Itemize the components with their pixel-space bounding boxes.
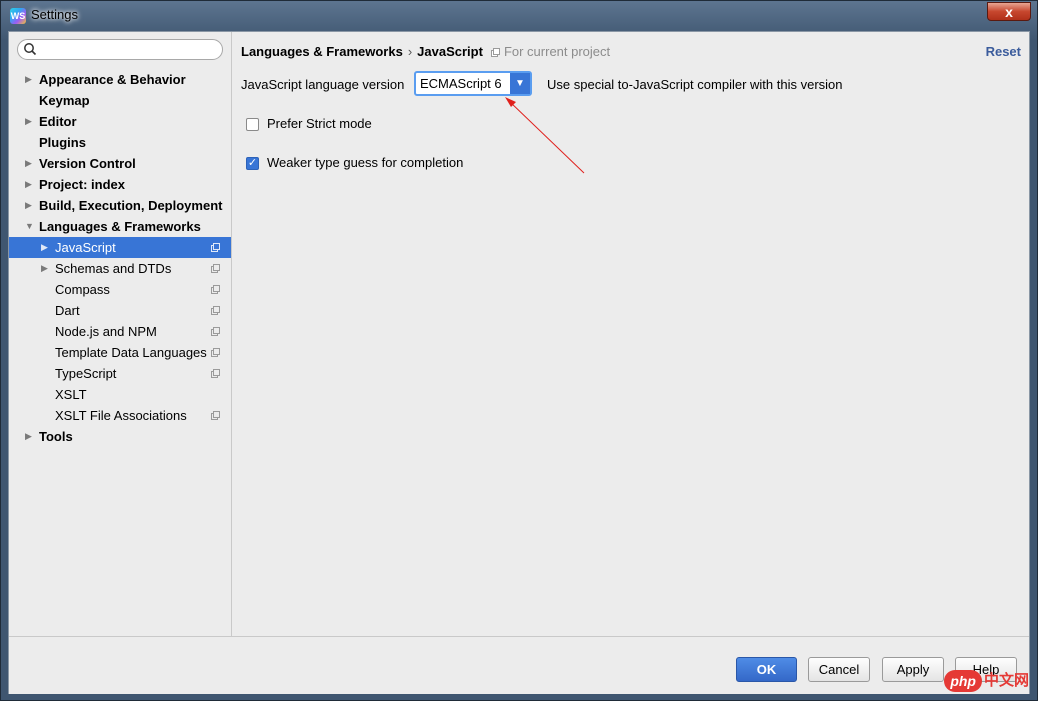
title-bar: WS Settings x: [1, 1, 1037, 31]
close-window-button[interactable]: x: [987, 2, 1031, 21]
project-scope-icon: [211, 243, 220, 252]
collapsed-arrow-icon[interactable]: ▶: [25, 195, 32, 216]
sidebar-item-node-js-and-npm[interactable]: Node.js and NPM: [9, 321, 231, 342]
sidebar-item-keymap[interactable]: Keymap: [9, 90, 231, 111]
sidebar-item-label: Node.js and NPM: [55, 324, 157, 339]
expanded-arrow-icon[interactable]: ▼: [25, 216, 34, 237]
sidebar-item-compass[interactable]: Compass: [9, 279, 231, 300]
project-scope-icon: [211, 411, 220, 420]
project-scope-icon: [211, 348, 220, 357]
project-scope-icon: [211, 369, 220, 378]
project-scope-icon: [211, 327, 220, 336]
settings-tree: ▶ Appearance & Behavior Keymap ▶ Editor Plugi…: [9, 69, 231, 447]
sidebar-item-plugins[interactable]: Plugins: [9, 132, 231, 153]
project-scope-icon: [211, 285, 220, 294]
collapsed-arrow-icon[interactable]: ▶: [41, 258, 48, 279]
sidebar-item-schemas-and-dtds[interactable]: ▶ Schemas and DTDs: [9, 258, 231, 279]
collapsed-arrow-icon[interactable]: ▶: [25, 174, 32, 195]
sidebar-item-label: Plugins: [39, 135, 86, 150]
sidebar-item-typescript[interactable]: TypeScript: [9, 363, 231, 384]
sidebar-item-editor[interactable]: ▶ Editor: [9, 111, 231, 132]
settings-search-input[interactable]: [17, 39, 223, 60]
window-title: Settings: [31, 7, 78, 22]
sidebar-item-tools[interactable]: ▶ Tools: [9, 426, 231, 447]
sidebar-item-xslt[interactable]: XSLT: [9, 384, 231, 405]
sidebar-item-build-execution-deployment[interactable]: ▶ Build, Execution, Deployment: [9, 195, 231, 216]
sidebar-item-template-data-languages[interactable]: Template Data Languages: [9, 342, 231, 363]
sidebar-item-label: Schemas and DTDs: [55, 261, 172, 276]
sidebar-item-label: Build, Execution, Deployment: [39, 198, 223, 213]
php-cn-watermark: php 中文网: [944, 666, 1029, 696]
collapsed-arrow-icon[interactable]: ▶: [25, 153, 32, 174]
sidebar-item-label: TypeScript: [55, 366, 117, 381]
dialog-client-area: ▶ Appearance & Behavior Keymap ▶ Editor Plugi…: [8, 31, 1030, 694]
watermark-php: php: [944, 670, 982, 693]
sidebar-item-label: XSLT: [55, 387, 87, 402]
sidebar-item-label: Project: index: [39, 177, 125, 192]
sidebar-item-label: Languages & Frameworks: [39, 219, 201, 234]
sidebar-item-label: XSLT File Associations: [55, 408, 187, 423]
annotation-arrow: [505, 97, 585, 174]
sidebar-item-dart[interactable]: Dart: [9, 300, 231, 321]
sidebar-item-label: Compass: [55, 282, 110, 297]
search-icon: [24, 43, 37, 56]
settings-window: WS Settings x ▶ Appearance & Behavior Keym…: [0, 0, 1038, 701]
webstorm-app-icon: WS: [10, 8, 26, 24]
sidebar-item-languages-frameworks[interactable]: ▼ Languages & Frameworks: [9, 216, 231, 237]
sidebar-item-appearance-behavior[interactable]: ▶ Appearance & Behavior: [9, 69, 231, 90]
sidebar-item-label: Version Control: [39, 156, 136, 171]
sidebar-item-label: Keymap: [39, 93, 90, 108]
sidebar-item-label: Appearance & Behavior: [39, 72, 186, 87]
sidebar-item-version-control[interactable]: ▶ Version Control: [9, 153, 231, 174]
sidebar-item-project-index[interactable]: ▶ Project: index: [9, 174, 231, 195]
dialog-footer: OK Cancel Apply Help: [9, 636, 1029, 694]
settings-content-panel: Languages & Frameworks › JavaScript For cur…: [231, 32, 1029, 636]
sidebar-item-javascript[interactable]: ▶ JavaScript: [9, 237, 231, 258]
settings-sidebar: ▶ Appearance & Behavior Keymap ▶ Editor Plugi…: [9, 32, 232, 636]
collapsed-arrow-icon[interactable]: ▶: [25, 426, 32, 447]
collapsed-arrow-icon[interactable]: ▶: [25, 111, 32, 132]
project-scope-icon: [211, 264, 220, 273]
watermark-zh: 中文网: [983, 672, 1029, 690]
sidebar-item-label: JavaScript: [55, 240, 116, 255]
cancel-button[interactable]: Cancel: [808, 657, 870, 682]
sidebar-item-label: Dart: [55, 303, 80, 318]
collapsed-arrow-icon[interactable]: ▶: [25, 69, 32, 90]
sidebar-item-label: Template Data Languages: [55, 345, 207, 360]
sidebar-item-label: Tools: [39, 429, 73, 444]
sidebar-item-xslt-file-associations[interactable]: XSLT File Associations: [9, 405, 231, 426]
apply-button[interactable]: Apply: [882, 657, 944, 682]
project-scope-icon: [211, 306, 220, 315]
ok-button[interactable]: OK: [736, 657, 797, 682]
collapsed-arrow-icon[interactable]: ▶: [41, 237, 48, 258]
sidebar-item-label: Editor: [39, 114, 77, 129]
